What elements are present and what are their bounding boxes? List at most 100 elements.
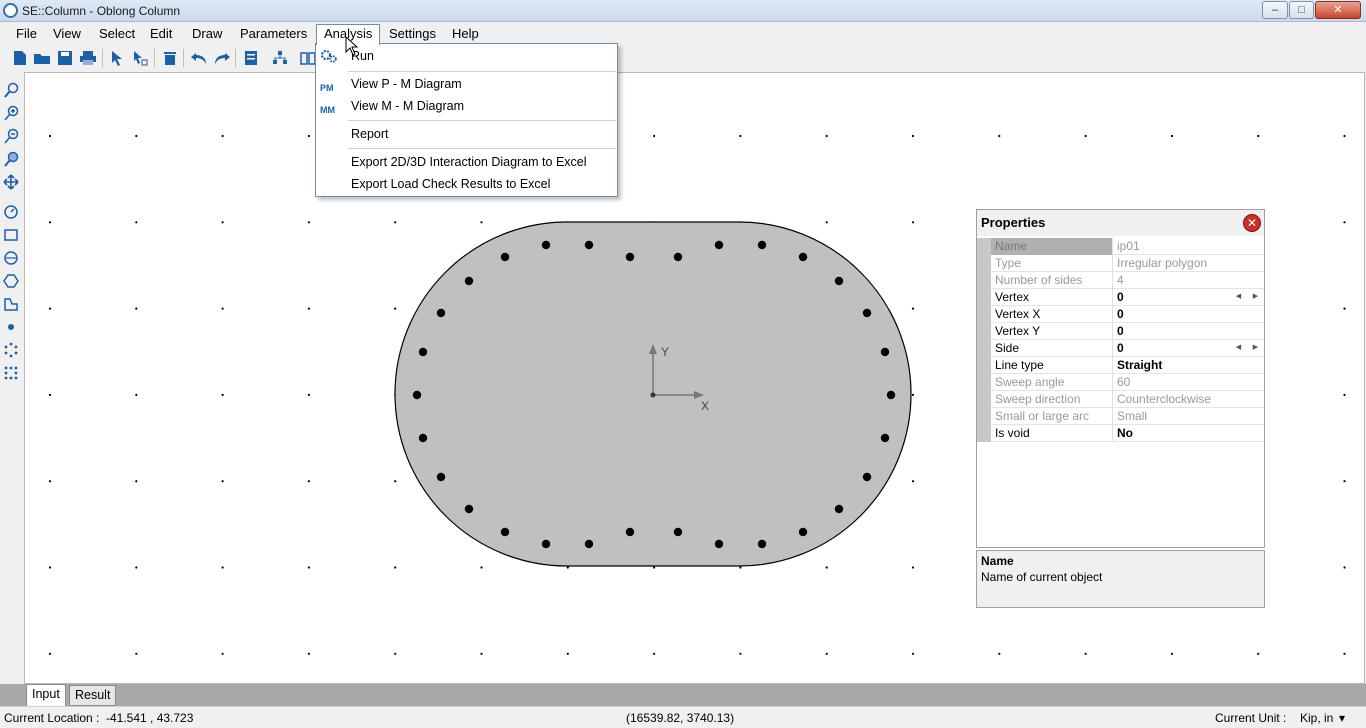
zoom-in-icon[interactable] [2,104,20,122]
menu-view[interactable]: View [46,25,88,43]
zoom-extents-icon[interactable] [2,150,20,168]
side-spin-left-icon[interactable]: ◀ [1233,342,1244,354]
vertex-spin-right-icon[interactable]: ▶ [1250,291,1261,303]
rebar[interactable] [757,539,767,549]
polygon-section-icon[interactable] [2,272,20,290]
menu-file[interactable]: File [9,25,44,43]
menu-item-mm-diagram[interactable]: MM View M - M Diagram [316,95,617,117]
rebar[interactable] [464,276,474,286]
property-row-small-or-large-arc[interactable]: Small or large arc Small [977,408,1264,425]
grid-dot [221,393,224,396]
grid-dot [48,307,52,310]
rebar[interactable] [464,504,474,514]
rebar[interactable] [714,539,724,549]
rebar[interactable] [625,252,635,262]
property-row-side[interactable]: Side 0 ◀ ▶ [977,340,1264,357]
rebar[interactable] [862,308,872,318]
pan-icon[interactable] [2,173,20,191]
menu-item-report[interactable]: Report [316,123,617,145]
rebar[interactable] [834,504,844,514]
open-folder-icon[interactable] [32,48,52,68]
new-file-icon[interactable] [10,48,30,68]
undo-icon[interactable] [189,48,209,68]
property-row-line-type[interactable]: Line type Straight [977,357,1264,374]
select-pointer-icon[interactable] [107,48,127,68]
grid-dot [135,566,138,569]
rebar[interactable] [673,252,683,262]
menu-item-export-interaction-diagram[interactable]: Export 2D/3D Interaction Diagram to Exce… [316,151,617,173]
menu-parameters[interactable]: Parameters [233,25,314,43]
zoom-out-icon[interactable] [2,127,20,145]
rebar[interactable] [418,347,428,357]
property-row-type[interactable]: Type Irregular polygon [977,255,1264,272]
property-row-is-void[interactable]: Is void No [977,425,1264,442]
rebar[interactable] [880,433,890,443]
property-row-vertex[interactable]: Vertex 0 ◀ ▶ [977,289,1264,306]
property-row-vertex-y[interactable]: Vertex Y 0 [977,323,1264,340]
maximize-button[interactable]: □ [1289,1,1314,19]
close-icon[interactable]: ✕ [1243,214,1261,232]
rebar[interactable] [418,433,428,443]
zoom-window-icon[interactable] [2,81,20,99]
grid-dot [307,134,310,138]
menu-item-pm-diagram[interactable]: PM View P - M Diagram [316,73,617,95]
redo-icon[interactable] [212,48,232,68]
side-spin-right-icon[interactable]: ▶ [1250,342,1261,354]
property-row-vertex-x[interactable]: Vertex X 0 [977,306,1264,323]
tab-result[interactable]: Result [69,685,117,706]
rebar[interactable] [673,527,683,537]
rebar[interactable] [714,240,724,250]
rebar[interactable] [500,252,510,262]
rectangle-section-icon[interactable] [2,226,20,244]
unit-dropdown-icon[interactable]: ▾ [1339,711,1345,725]
menu-settings[interactable]: Settings [382,25,443,43]
irregular-polygon-icon[interactable] [2,295,20,313]
rebar[interactable] [584,240,594,250]
property-row-name[interactable]: Name ip01 [977,238,1264,255]
current-unit-value[interactable]: Kip, in [1300,711,1333,725]
rebar[interactable] [625,527,635,537]
circle-section-icon[interactable] [2,203,20,221]
oblong-section-icon[interactable] [2,249,20,267]
rebar[interactable] [412,390,422,400]
property-row-sweep-angle[interactable]: Sweep angle 60 [977,374,1264,391]
rebar[interactable] [886,390,896,400]
menu-select[interactable]: Select [92,25,142,43]
rebar[interactable] [436,308,446,318]
rebar[interactable] [798,527,808,537]
rebar[interactable] [880,347,890,357]
property-row-number-of-sides[interactable]: Number of sides 4 [977,272,1264,289]
print-icon[interactable] [78,48,98,68]
circular-bars-icon[interactable] [2,341,20,359]
delete-icon[interactable] [160,48,180,68]
menu-edit[interactable]: Edit [143,25,179,43]
rebar[interactable] [541,240,551,250]
menu-item-run[interactable]: Run [316,45,617,67]
properties-icon[interactable] [241,48,261,68]
rectangular-bars-icon[interactable] [2,364,20,382]
tab-input[interactable]: Input [26,684,66,706]
rebar[interactable] [541,539,551,549]
single-bar-icon[interactable] [2,318,20,336]
property-row-sweep-direction[interactable]: Sweep direction Counterclockwise [977,391,1264,408]
current-location-label: Current Location : [4,711,100,725]
close-window-button[interactable]: ✕ [1315,1,1361,19]
select-region-icon[interactable] [130,48,150,68]
grid-dot [480,221,483,224]
rebar[interactable] [798,252,808,262]
rebar[interactable] [834,276,844,286]
rebar[interactable] [862,472,872,482]
menu-item-export-load-check[interactable]: Export Load Check Results to Excel [316,173,617,195]
vertex-spin-left-icon[interactable]: ◀ [1233,291,1244,303]
grid-dot [307,221,310,224]
rebar[interactable] [584,539,594,549]
grid-dot [825,221,828,224]
menu-help[interactable]: Help [445,25,486,43]
rebar[interactable] [757,240,767,250]
hierarchy-icon[interactable] [270,48,290,68]
save-icon[interactable] [55,48,75,68]
menu-draw[interactable]: Draw [185,25,229,43]
minimize-button[interactable]: – [1262,1,1288,19]
rebar[interactable] [436,472,446,482]
rebar[interactable] [500,527,510,537]
